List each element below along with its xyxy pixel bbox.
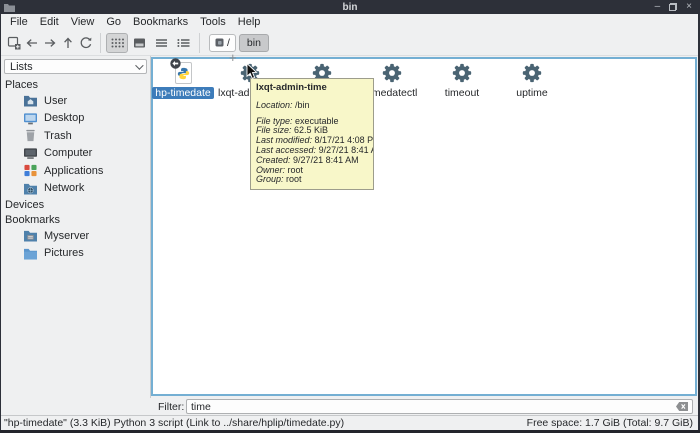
- user-folder-icon: [23, 94, 38, 107]
- forward-button[interactable]: [41, 33, 59, 53]
- tooltip-title: lxqt-admin-time: [256, 83, 368, 93]
- sidebar-item-user[interactable]: User: [1, 92, 150, 110]
- file-info-tooltip: lxqt-admin-time Location: /bin File type…: [250, 78, 374, 190]
- folder-view[interactable]: hp-timedate lxqt-admin-time: [151, 57, 697, 396]
- reload-icon: [78, 35, 94, 51]
- filter-input-wrapper: [186, 399, 693, 414]
- server-folder-icon: [23, 229, 38, 242]
- new-tab-button[interactable]: [5, 33, 23, 53]
- desktop-icon: [23, 112, 38, 125]
- icons-view-icon: [110, 37, 125, 49]
- trash-icon: [23, 129, 38, 142]
- new-tab-icon: [6, 35, 22, 51]
- compact-view-button[interactable]: [150, 33, 172, 53]
- file-item-timeout[interactable]: timeout: [427, 61, 497, 99]
- reload-button[interactable]: [77, 33, 95, 53]
- filter-bar: Filter:: [1, 398, 698, 415]
- sidebar-item-myserver[interactable]: Myserver: [1, 227, 150, 245]
- breadcrumb-current-button[interactable]: bin: [239, 34, 269, 52]
- network-folder-icon: [23, 182, 38, 195]
- filter-input[interactable]: [191, 401, 676, 413]
- clear-filter-icon[interactable]: [676, 402, 688, 411]
- status-selection-info: "hp-timedate" (3.3 KiB) Python 3 script …: [4, 417, 344, 429]
- detailed-view-button[interactable]: [172, 33, 194, 53]
- menu-go[interactable]: Go: [100, 15, 127, 29]
- icons-view-button[interactable]: [106, 33, 128, 53]
- sidebar-section-places: Places: [1, 77, 150, 92]
- minimize-icon[interactable]: –: [655, 1, 661, 13]
- titlebar[interactable]: bin – ×: [0, 0, 700, 14]
- breadcrumb: / bin: [209, 34, 269, 52]
- file-item-uptime[interactable]: uptime: [497, 61, 567, 99]
- menu-edit[interactable]: Edit: [34, 15, 65, 29]
- drive-icon: [215, 38, 224, 47]
- sidebar-item-desktop[interactable]: Desktop: [1, 110, 150, 128]
- sidebar-section-bookmarks: Bookmarks: [1, 212, 150, 227]
- python-script-symlink-icon: [171, 61, 195, 85]
- mouse-cursor: [246, 63, 258, 81]
- breadcrumb-root-button[interactable]: /: [209, 34, 236, 52]
- status-free-space: Free space: 1.7 GiB (Total: 9.7 GiB): [527, 417, 693, 429]
- drag-copy-plus-indicator: +: [229, 50, 237, 65]
- sidebar-item-pictures[interactable]: Pictures: [1, 245, 150, 263]
- thumbnail-view-icon: [132, 37, 147, 49]
- compact-view-icon: [154, 37, 169, 49]
- sidebar-mode-selector[interactable]: Lists: [4, 59, 147, 74]
- thumbnail-view-button[interactable]: [128, 33, 150, 53]
- file-manager-window: bin – × File Edit View Go Bookmarks Tool…: [0, 0, 700, 433]
- forward-icon: [42, 35, 58, 51]
- sidebar-item-network[interactable]: Network: [1, 180, 150, 198]
- back-icon: [24, 35, 40, 51]
- sidebar: Lists Places User Desktop Trash Computer: [1, 56, 151, 398]
- symlink-emblem-icon: [170, 58, 181, 69]
- sidebar-item-computer[interactable]: Computer: [1, 145, 150, 163]
- close-icon[interactable]: ×: [686, 1, 692, 13]
- applications-icon: [23, 164, 38, 177]
- chevron-down-icon: [135, 61, 143, 69]
- menu-bar: File Edit View Go Bookmarks Tools Help: [1, 14, 698, 30]
- sidebar-item-applications[interactable]: Applications: [1, 162, 150, 180]
- menu-tools[interactable]: Tools: [194, 15, 232, 29]
- restore-icon[interactable]: [669, 1, 677, 13]
- file-item-hp-timedate[interactable]: hp-timedate: [148, 61, 218, 99]
- filter-label: Filter:: [158, 401, 184, 413]
- window-title: bin: [0, 2, 700, 13]
- back-button[interactable]: [23, 33, 41, 53]
- pictures-folder-icon: [23, 247, 38, 260]
- toolbar: / bin: [1, 30, 698, 56]
- up-button[interactable]: [59, 33, 77, 53]
- sidebar-section-devices: Devices: [1, 197, 150, 212]
- executable-gear-icon: [451, 62, 473, 84]
- up-icon: [60, 35, 76, 51]
- executable-gear-icon: [521, 62, 543, 84]
- menu-bookmarks[interactable]: Bookmarks: [127, 15, 194, 29]
- menu-view[interactable]: View: [65, 15, 101, 29]
- status-bar: "hp-timedate" (3.3 KiB) Python 3 script …: [1, 415, 698, 430]
- executable-gear-icon: [381, 62, 403, 84]
- sidebar-item-trash[interactable]: Trash: [1, 127, 150, 145]
- detailed-view-icon: [176, 37, 191, 49]
- computer-icon: [23, 147, 38, 160]
- menu-help[interactable]: Help: [232, 15, 267, 29]
- menu-file[interactable]: File: [4, 15, 34, 29]
